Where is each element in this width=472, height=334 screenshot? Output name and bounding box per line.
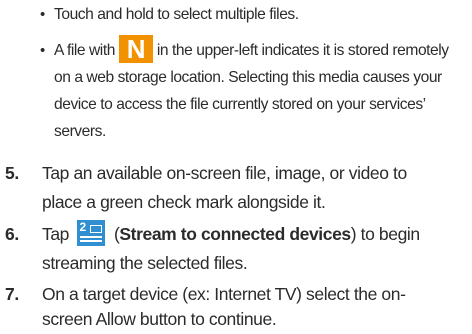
bullet-text-after-icon: in the upper-left indicates it is stored… bbox=[156, 42, 449, 60]
bullet-symbol: • bbox=[40, 42, 45, 59]
step-text-after-label: to begin bbox=[360, 224, 420, 244]
paren-close: ) bbox=[350, 224, 357, 244]
step-line-2: place a green check mark alongside it. bbox=[42, 192, 326, 212]
stream-label: Stream to connected devices bbox=[119, 224, 351, 244]
step-line-2: screen Allow button to continue. bbox=[42, 309, 277, 329]
step-tap-word: Tap bbox=[42, 224, 70, 244]
step-line-1: Tap 2 (Stream to connected devices) to b… bbox=[42, 219, 420, 249]
bullet-line-2: on a web storage location. Selecting thi… bbox=[54, 69, 442, 86]
stream-to-devices-icon: 2 bbox=[77, 220, 106, 247]
bullet-line-4: servers. bbox=[54, 123, 106, 140]
step-number: 7. bbox=[5, 284, 19, 304]
bullet-line-1: A file with in the upper-left indicates i… bbox=[54, 34, 449, 65]
bullet-symbol: • bbox=[40, 6, 45, 23]
step-number: 5. bbox=[5, 163, 19, 183]
step-line-1: Tap an available on-screen file, image, … bbox=[42, 163, 407, 183]
stream-icon-number: 2 bbox=[79, 220, 86, 235]
n-icon bbox=[118, 34, 153, 64]
bullet-text-before-icon: A file with bbox=[54, 42, 115, 60]
bullet-line-3: device to access the file currently stor… bbox=[54, 96, 426, 113]
step-number: 6. bbox=[5, 224, 19, 244]
step-line-2: streaming the selected files. bbox=[42, 253, 248, 273]
bullet-text: Touch and hold to select multiple files. bbox=[54, 6, 299, 23]
